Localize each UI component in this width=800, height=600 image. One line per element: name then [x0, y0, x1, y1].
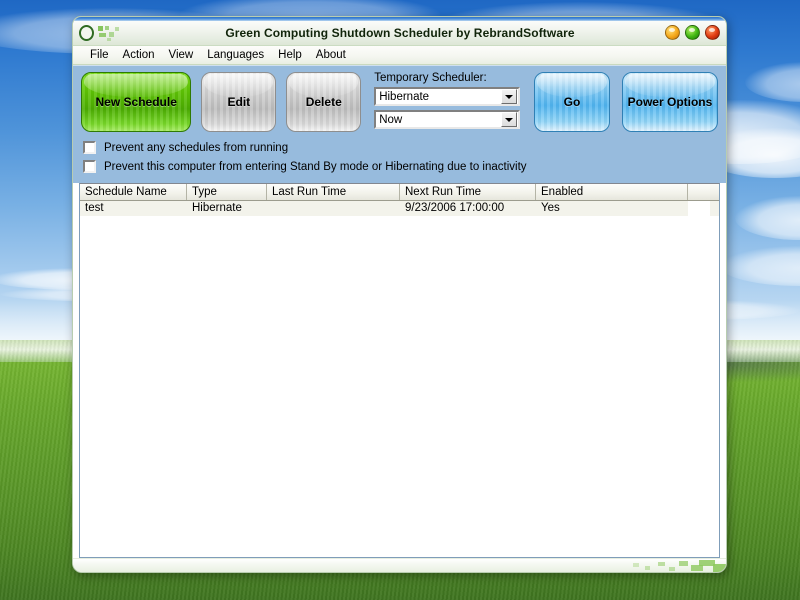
cell-spacer	[688, 201, 710, 216]
column-header-schedule-name[interactable]: Schedule Name	[80, 184, 187, 200]
go-label: Go	[564, 95, 581, 109]
prevent-standby-checkbox[interactable]	[83, 160, 96, 173]
power-options-button[interactable]: Power Options	[622, 72, 718, 132]
power-options-label: Power Options	[628, 95, 713, 109]
menu-item-languages[interactable]: Languages	[200, 48, 271, 62]
go-button[interactable]: Go	[534, 72, 610, 132]
chevron-down-icon[interactable]	[501, 112, 517, 127]
temporary-scheduler-action-select[interactable]: Hibernate	[374, 87, 520, 106]
menu-item-help[interactable]: Help	[271, 48, 309, 62]
temporary-scheduler-when-value: Now	[376, 114, 501, 126]
window-title: Green Computing Shutdown Scheduler by Re…	[130, 26, 726, 40]
menu-item-about[interactable]: About	[309, 48, 353, 62]
minimize-button[interactable]	[665, 25, 680, 40]
maximize-button[interactable]	[685, 25, 700, 40]
edit-button[interactable]: Edit	[201, 72, 276, 132]
action-button-group: Go Power Options	[534, 72, 718, 132]
window-footer	[73, 558, 726, 572]
column-header-spacer[interactable]	[688, 184, 710, 200]
column-header-next-run-time[interactable]: Next Run Time	[400, 184, 536, 200]
cell-enabled: Yes	[536, 201, 688, 216]
new-schedule-button[interactable]: New Schedule	[81, 72, 191, 132]
toolbar: New Schedule Edit Delete Temporary Sched…	[73, 65, 726, 138]
temporary-scheduler-when-select[interactable]: Now	[374, 110, 520, 129]
chevron-down-icon[interactable]	[501, 89, 517, 104]
cell-next-run-time: 9/23/2006 17:00:00	[400, 201, 536, 216]
prevent-standby-checkbox-row[interactable]: Prevent this computer from entering Stan…	[83, 158, 718, 175]
column-header-enabled[interactable]: Enabled	[536, 184, 688, 200]
new-schedule-label: New Schedule	[96, 95, 177, 109]
prevent-schedules-label: Prevent any schedules from running	[104, 142, 288, 154]
prevent-schedules-checkbox[interactable]	[83, 141, 96, 154]
prevent-schedules-checkbox-row[interactable]: Prevent any schedules from running	[83, 139, 718, 156]
delete-button[interactable]: Delete	[286, 72, 361, 132]
menubar: File Action View Languages Help About	[73, 46, 726, 65]
edit-label: Edit	[228, 95, 251, 109]
cell-schedule-name: test	[80, 201, 187, 216]
desktop-background: Green Computing Shutdown Scheduler by Re…	[0, 0, 800, 600]
green-circle-logo-icon	[76, 23, 130, 44]
menu-item-file[interactable]: File	[83, 48, 116, 62]
menu-item-action[interactable]: Action	[116, 48, 162, 62]
options-panel: Prevent any schedules from running Preve…	[73, 138, 726, 183]
close-button[interactable]	[705, 25, 720, 40]
schedule-list-body[interactable]: test Hibernate 9/23/2006 17:00:00 Yes	[80, 201, 719, 557]
titlebar[interactable]: Green Computing Shutdown Scheduler by Re…	[73, 21, 726, 46]
temporary-scheduler-group: Temporary Scheduler: Hibernate Now	[374, 72, 520, 133]
column-header-type[interactable]: Type	[187, 184, 267, 200]
schedule-list: Schedule Name Type Last Run Time Next Ru…	[79, 183, 720, 558]
prevent-standby-label: Prevent this computer from entering Stan…	[104, 161, 527, 173]
temporary-scheduler-label: Temporary Scheduler:	[374, 72, 520, 85]
column-header-last-run-time[interactable]: Last Run Time	[267, 184, 400, 200]
delete-label: Delete	[306, 95, 342, 109]
temporary-scheduler-action-value: Hibernate	[376, 91, 501, 103]
cell-last-run-time	[267, 201, 400, 216]
menu-item-view[interactable]: View	[162, 48, 201, 62]
window-controls	[665, 25, 720, 40]
schedule-list-header: Schedule Name Type Last Run Time Next Ru…	[80, 184, 719, 201]
table-row[interactable]: test Hibernate 9/23/2006 17:00:00 Yes	[80, 201, 719, 216]
application-window: Green Computing Shutdown Scheduler by Re…	[72, 16, 727, 573]
cell-type: Hibernate	[187, 201, 267, 216]
